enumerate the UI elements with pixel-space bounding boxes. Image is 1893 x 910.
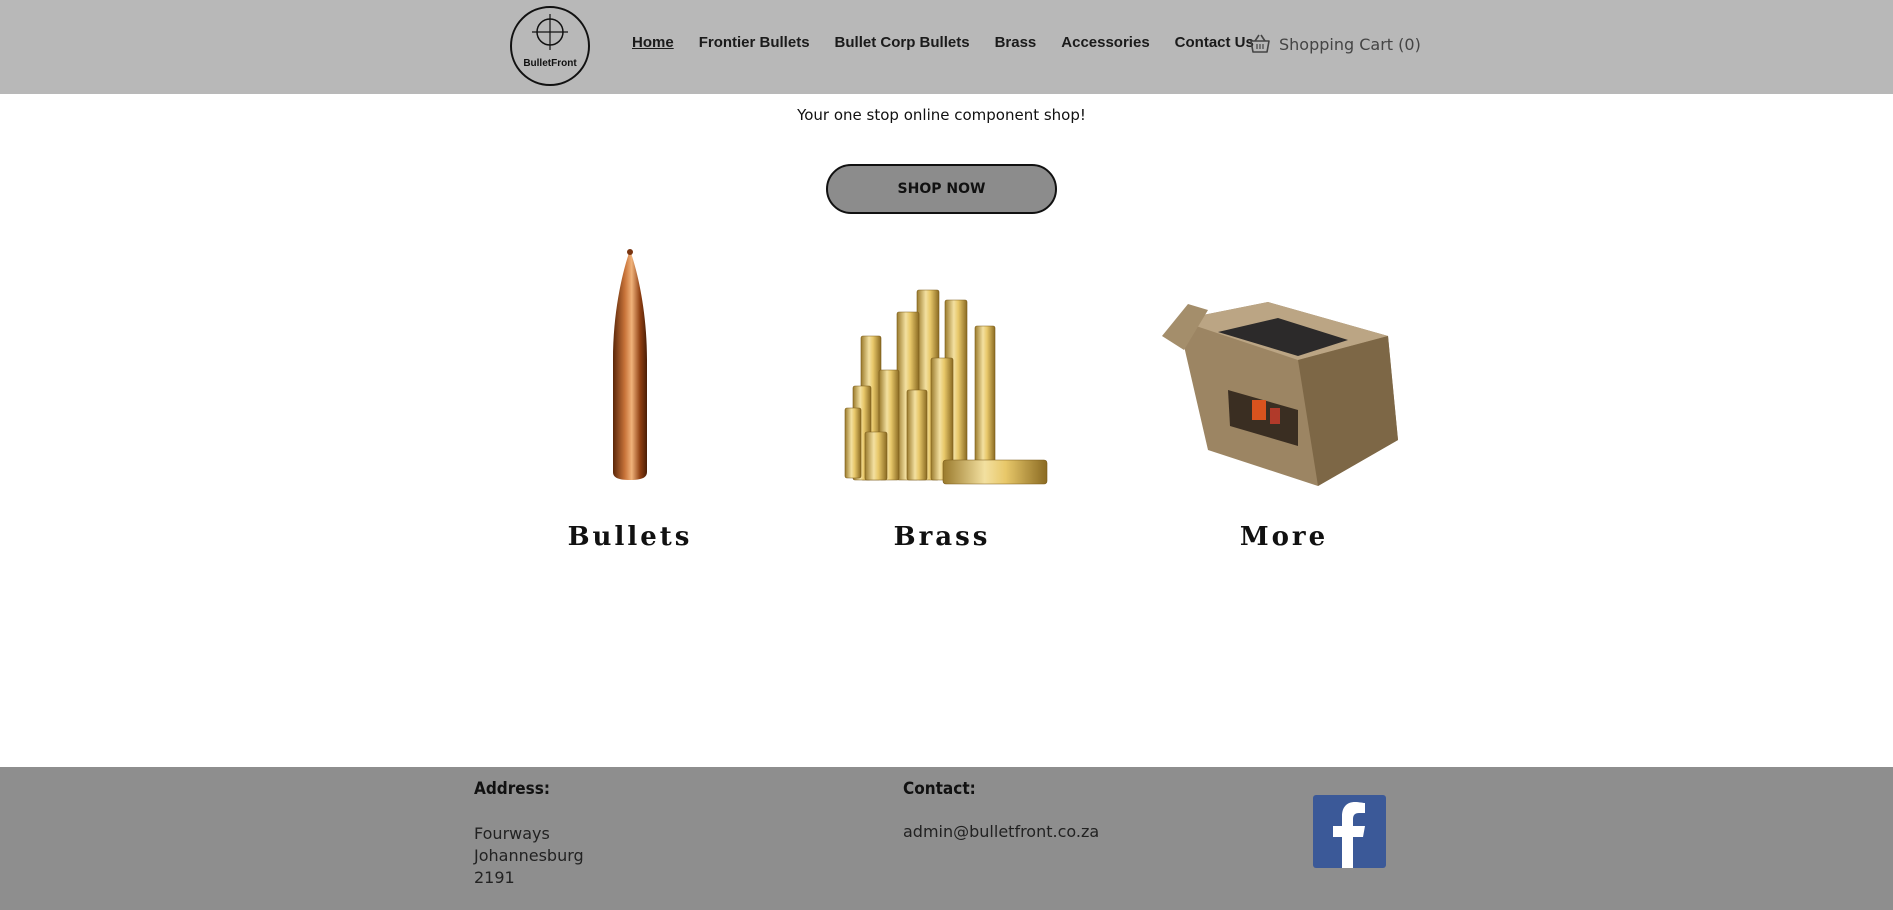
contact-email-link[interactable]: admin@bulletfront.co.za xyxy=(903,821,1099,843)
tagline: Your one stop online component shop! xyxy=(797,106,1086,124)
facebook-icon xyxy=(1333,802,1365,868)
range-bag-image xyxy=(1162,302,1398,486)
category-title-more: More xyxy=(1239,522,1329,552)
logo-wordmark: BulletFront xyxy=(523,58,577,69)
shopping-cart-link[interactable]: Shopping Cart (0) xyxy=(1249,34,1421,54)
shop-now-button[interactable]: SHOP NOW xyxy=(826,164,1057,214)
category-title-bullets: Bullets xyxy=(567,522,693,552)
contact-heading: Contact: xyxy=(903,779,976,799)
shopping-cart-label: Shopping Cart (0) xyxy=(1279,34,1421,54)
category-brass[interactable]: Brass xyxy=(817,240,1067,560)
nav-home[interactable]: Home xyxy=(632,34,674,51)
nav-contact-us[interactable]: Contact Us xyxy=(1175,34,1254,51)
bullet-image xyxy=(613,249,647,480)
category-bullets[interactable]: Bullets xyxy=(505,240,755,560)
brass-cases-image xyxy=(844,289,1048,485)
main-nav: Home Frontier Bullets Bullet Corp Bullet… xyxy=(632,34,1279,51)
nav-accessories[interactable]: Accessories xyxy=(1061,34,1149,51)
category-more[interactable]: More xyxy=(1148,240,1420,560)
facebook-link[interactable] xyxy=(1313,795,1386,868)
address-line: Johannesburg xyxy=(474,846,584,865)
address-line: 2191 xyxy=(474,868,515,887)
nav-brass[interactable]: Brass xyxy=(995,34,1037,51)
nav-bullet-corp-bullets[interactable]: Bullet Corp Bullets xyxy=(835,34,970,51)
site-header: BulletFront Home Frontier Bullets Bullet… xyxy=(0,0,1893,94)
category-title-brass: Brass xyxy=(893,522,991,552)
basket-icon xyxy=(1250,34,1270,53)
bulletfront-logo[interactable]: BulletFront xyxy=(508,4,592,88)
address-heading: Address: xyxy=(474,779,550,799)
address-line: Fourways xyxy=(474,824,550,843)
nav-frontier-bullets[interactable]: Frontier Bullets xyxy=(699,34,810,51)
site-footer: Address: Fourways Johannesburg 2191 Cont… xyxy=(0,767,1893,910)
